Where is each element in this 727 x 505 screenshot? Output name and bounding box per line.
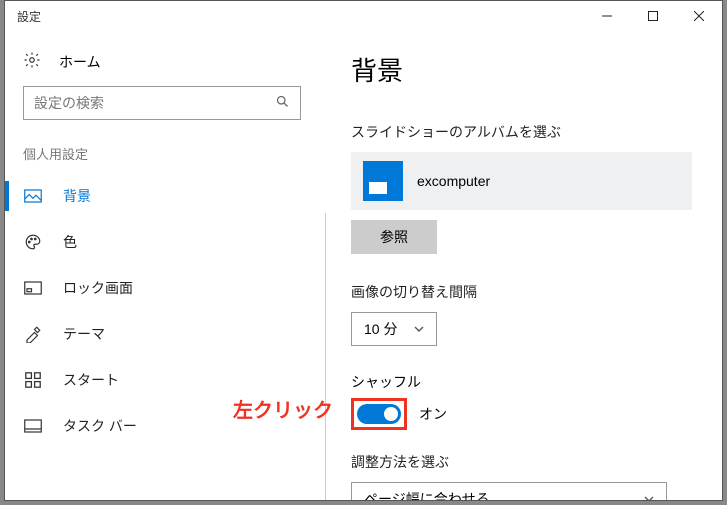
sidebar-item-label: 色 [63,232,77,252]
sidebar-item-taskbar[interactable]: タスク バー [5,403,319,449]
album-row[interactable]: excomputer [351,152,692,210]
sidebar-item-themes[interactable]: テーマ [5,311,319,357]
main-content: 背景 スライドショーのアルバムを選ぶ excomputer 参照 画像の切り替え… [319,31,722,500]
lockscreen-icon [23,281,43,295]
minimize-button[interactable] [584,1,630,31]
sidebar-item-start[interactable]: スタート [5,357,319,403]
search-icon [275,94,290,112]
chevron-down-icon [644,493,654,500]
shuffle-toggle[interactable] [357,404,401,424]
shuffle-row: オン [351,398,692,430]
folder-icon [363,161,403,201]
shuffle-label: シャッフル [351,372,692,392]
fit-value: ページ幅に合わせる [364,489,490,500]
sidebar-item-lockscreen[interactable]: ロック画面 [5,265,319,311]
settings-window: 設定 ホーム 設定の検索 [4,0,723,501]
theme-icon [23,325,43,343]
interval-select[interactable]: 10 分 [351,312,437,346]
sidebar-item-label: テーマ [63,324,105,344]
search-input[interactable]: 設定の検索 [23,86,301,120]
shuffle-state: オン [419,404,447,424]
album-label: スライドショーのアルバムを選ぶ [351,122,692,142]
sidebar-item-label: スタート [63,370,119,390]
interval-value: 10 分 [364,319,397,339]
palette-icon [23,233,43,251]
sidebar-item-label: ロック画面 [63,278,133,298]
picture-icon [23,189,43,203]
sidebar-item-label: タスク バー [63,416,137,436]
home-label: ホーム [59,52,101,72]
window-title: 設定 [5,8,584,25]
browse-label: 参照 [380,227,408,247]
sidebar-item-label: 背景 [63,186,91,206]
section-label: 個人用設定 [5,144,319,173]
fit-label: 調整方法を選ぶ [351,452,692,472]
sidebar-item-background[interactable]: 背景 [5,173,319,219]
browse-button[interactable]: 参照 [351,220,437,254]
album-name: excomputer [417,173,490,189]
page-title: 背景 [351,51,692,88]
maximize-button[interactable] [630,1,676,31]
home-link[interactable]: ホーム [5,43,319,86]
fit-select[interactable]: ページ幅に合わせる [351,482,667,500]
start-icon [23,372,43,388]
annotation-highlight [351,398,407,430]
sidebar: ホーム 設定の検索 個人用設定 背景 色 [5,31,319,500]
gear-icon [23,51,41,72]
close-button[interactable] [676,1,722,31]
window-buttons [584,1,722,31]
sidebar-item-colors[interactable]: 色 [5,219,319,265]
taskbar-icon [23,419,43,433]
interval-label: 画像の切り替え間隔 [351,282,692,302]
vertical-divider [325,213,326,500]
titlebar: 設定 [5,1,722,31]
chevron-down-icon [414,323,424,335]
search-placeholder: 設定の検索 [34,93,104,113]
